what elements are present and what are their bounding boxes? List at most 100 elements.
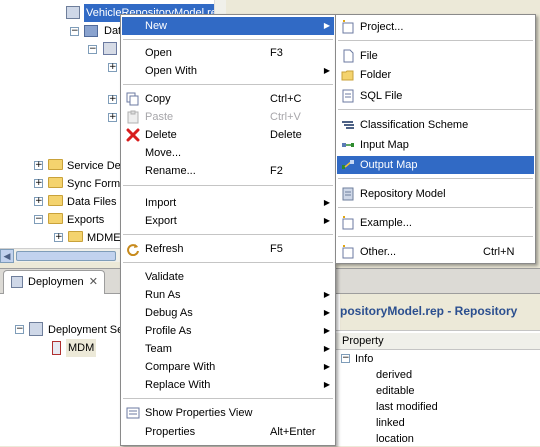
menu-item-paste[interactable]: Paste Ctrl+V [122,108,334,126]
menu-item-compare-with[interactable]: Compare With ▶ [122,358,334,376]
menu-item-new-example[interactable]: Example... [337,214,534,232]
other-wizard-icon [341,245,355,259]
menu-item-export[interactable]: Export ▶ [122,212,334,230]
menu-item-validate[interactable]: Validate [122,268,334,286]
new-folder-icon [341,68,355,82]
properties-view-icon [126,406,140,420]
submenu-arrow-icon: ▶ [323,326,330,335]
menu-item-refresh[interactable]: Refresh F5 [122,240,334,258]
menu-separator [338,178,533,179]
classification-scheme-icon [341,118,355,132]
menu-item-new-input-map[interactable]: Input Map [337,136,534,154]
menu-separator [123,39,333,40]
property-row[interactable]: linked [376,415,405,431]
menu-item-new-output-map[interactable]: Output Map [337,156,534,174]
repository-model-icon [341,187,355,201]
collapse-toggle[interactable]: − [15,325,24,334]
menu-item-new[interactable]: New ▶ [122,17,334,35]
example-icon [341,216,355,230]
submenu-arrow-icon: ▶ [323,66,330,75]
folder-icon [48,159,63,170]
paste-icon [126,110,140,124]
expand-toggle[interactable]: + [54,233,63,242]
copy-icon [126,92,140,106]
context-menu: New ▶ Open F3 Open With ▶ Copy Ctrl+C Pa… [120,14,336,446]
menu-item-profile-as[interactable]: Profile As ▶ [122,322,334,340]
menu-item-run-as[interactable]: Run As ▶ [122,286,334,304]
expand-toggle[interactable]: + [34,161,43,170]
menu-item-delete[interactable]: Delete Delete [122,126,334,144]
menu-item-new-sql-file[interactable]: SQL File [337,87,534,105]
menu-item-import[interactable]: Import ▶ [122,194,334,212]
folder-icon [68,231,83,242]
menu-separator [123,398,333,399]
menu-separator [123,234,333,235]
database-icon [84,25,98,37]
tab-deployment[interactable]: Deploymen ✕ [3,270,105,294]
submenu-arrow-icon: ▶ [323,216,330,225]
tree-item-mdm[interactable]: MDM [66,339,97,357]
scroll-left-arrow-icon[interactable]: ◀ [0,249,14,263]
repository-model-icon [66,6,80,19]
tree-item-data-files[interactable]: Data Files [48,193,117,211]
tree-item-exports[interactable]: Exports [48,211,104,229]
output-map-icon [341,158,355,172]
submenu-arrow-icon: ▶ [323,21,330,30]
folder-icon [48,195,63,206]
expand-toggle[interactable]: + [34,179,43,188]
property-row[interactable]: location [376,431,414,447]
menu-separator [123,84,333,85]
menu-item-properties[interactable]: Properties Alt+Enter [122,423,334,441]
submenu-arrow-icon: ▶ [323,344,330,353]
collapse-toggle[interactable]: − [88,45,97,54]
table-icon [103,42,117,55]
menu-item-move[interactable]: Move... [122,144,334,162]
new-project-icon [341,20,355,34]
expand-toggle[interactable]: + [108,63,117,72]
collapse-toggle[interactable]: − [341,354,350,363]
property-row[interactable]: editable [376,383,415,399]
tree-item-mdmex[interactable]: MDMEx [68,229,126,247]
server-icon [29,322,43,336]
menu-item-copy[interactable]: Copy Ctrl+C [122,90,334,108]
menu-separator [123,262,333,263]
menu-item-show-properties-view[interactable]: Show Properties View [122,404,334,422]
menu-item-new-file[interactable]: File [337,47,534,65]
property-column-header[interactable]: Property [336,333,540,350]
menu-item-new-project[interactable]: Project... [337,18,534,36]
sql-file-icon [341,89,355,103]
menu-item-new-folder[interactable]: Folder [337,66,534,84]
menu-separator [338,109,533,110]
delete-icon [126,128,140,142]
submenu-arrow-icon: ▶ [323,308,330,317]
property-group-info[interactable]: Info [355,351,373,367]
tree-item-deployment-server[interactable]: Deployment Se [48,321,123,339]
menu-item-new-classification-scheme[interactable]: Classification Scheme [337,116,534,134]
deployment-icon [11,276,23,288]
menu-item-open[interactable]: Open F3 [122,44,334,62]
collapse-toggle[interactable]: − [34,215,43,224]
menu-separator [338,40,533,41]
editor-title: positoryModel.rep - Repository [340,304,518,318]
menu-item-new-repository-model[interactable]: Repository Model [337,185,534,203]
menu-separator [338,207,533,208]
mdm-server-icon [52,341,61,355]
input-map-icon [341,138,355,152]
collapse-toggle[interactable]: − [70,27,79,36]
expand-toggle[interactable]: + [108,113,117,122]
menu-item-open-with[interactable]: Open With ▶ [122,62,334,80]
folder-open-icon [48,213,63,224]
property-row[interactable]: last modified [376,399,438,415]
property-row[interactable]: derived [376,367,412,383]
submenu-arrow-icon: ▶ [323,380,330,389]
menu-item-replace-with[interactable]: Replace With ▶ [122,376,334,394]
menu-item-new-other[interactable]: Other... Ctrl+N [337,243,534,261]
scrollbar-thumb[interactable] [16,251,116,261]
expand-toggle[interactable]: + [34,197,43,206]
menu-item-debug-as[interactable]: Debug As ▶ [122,304,334,322]
submenu-arrow-icon: ▶ [323,362,330,371]
close-icon[interactable]: ✕ [89,275,98,288]
expand-toggle[interactable]: + [108,95,117,104]
menu-item-team[interactable]: Team ▶ [122,340,334,358]
menu-item-rename[interactable]: Rename... F2 [122,162,334,180]
